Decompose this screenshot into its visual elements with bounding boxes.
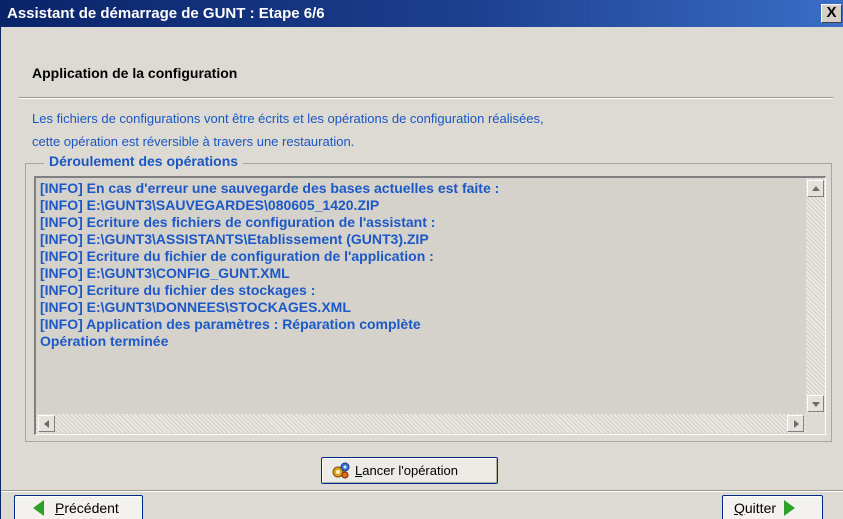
log-line: [INFO] E:\GUNT3\SAUVEGARDES\080605_1420.…	[40, 197, 380, 213]
scroll-down-button[interactable]	[807, 395, 824, 412]
log-line: [INFO] Application des paramètres : Répa…	[40, 316, 421, 332]
step-title: Application de la configuration	[32, 65, 238, 81]
chevron-down-icon	[812, 402, 820, 407]
green-arrow-right-icon	[784, 500, 796, 516]
log-line: [INFO] E:\GUNT3\DONNEES\STOCKAGES.XML	[40, 299, 351, 315]
log-line: Opération terminée	[40, 333, 169, 349]
log-line: [INFO] En cas d'erreur une sauvegarde de…	[40, 180, 500, 196]
chevron-left-icon	[44, 420, 49, 428]
close-icon: X	[826, 4, 837, 21]
scroll-up-button[interactable]	[807, 180, 824, 197]
launch-operation-button[interactable]: Lancer l'opération	[321, 457, 498, 484]
quit-button-label: Quitter	[734, 500, 777, 516]
operations-group-label: Déroulement des opérations	[44, 153, 244, 169]
chevron-up-icon	[812, 186, 820, 191]
log-lines: [INFO] En cas d'erreur une sauvegarde de…	[40, 180, 499, 350]
wizard-header	[1, 27, 843, 100]
log-line: [INFO] E:\GUNT3\CONFIG_GUNT.XML	[40, 265, 290, 281]
previous-button[interactable]: Précédent	[14, 495, 143, 519]
previous-button-label: Précédent	[55, 500, 119, 516]
scroll-right-button[interactable]	[787, 415, 804, 432]
operations-log[interactable]: [INFO] En cas d'erreur une sauvegarde de…	[34, 176, 826, 435]
quit-button[interactable]: Quitter	[722, 495, 823, 519]
green-arrow-left-icon	[33, 500, 44, 516]
wizard-window: Assistant de démarrage de GUNT : Etape 6…	[0, 0, 843, 519]
launch-button-label: Lancer l'opération	[355, 463, 458, 478]
window-title: Assistant de démarrage de GUNT : Etape 6…	[7, 5, 325, 22]
footer-divider	[1, 490, 843, 492]
description-line-2: cette opération est réversible à travers…	[32, 134, 355, 149]
title-bar: Assistant de démarrage de GUNT : Etape 6…	[1, 0, 843, 27]
log-line: [INFO] Ecriture des fichiers de configur…	[40, 214, 436, 230]
gear-icon	[332, 462, 350, 480]
log-line: [INFO] E:\GUNT3\ASSISTANTS\Etablissement…	[40, 231, 429, 247]
header-divider	[19, 97, 833, 99]
scroll-left-button[interactable]	[38, 415, 55, 432]
description-line-1: Les fichiers de configurations vont être…	[32, 111, 544, 126]
scroll-corner	[806, 414, 825, 433]
log-line: [INFO] Ecriture du fichier des stockages…	[40, 282, 316, 298]
close-button[interactable]: X	[821, 4, 842, 23]
horizontal-scrollbar[interactable]	[36, 414, 806, 433]
chevron-right-icon	[794, 420, 799, 428]
vertical-scrollbar[interactable]	[806, 178, 825, 414]
log-line: [INFO] Ecriture du fichier de configurat…	[40, 248, 434, 264]
